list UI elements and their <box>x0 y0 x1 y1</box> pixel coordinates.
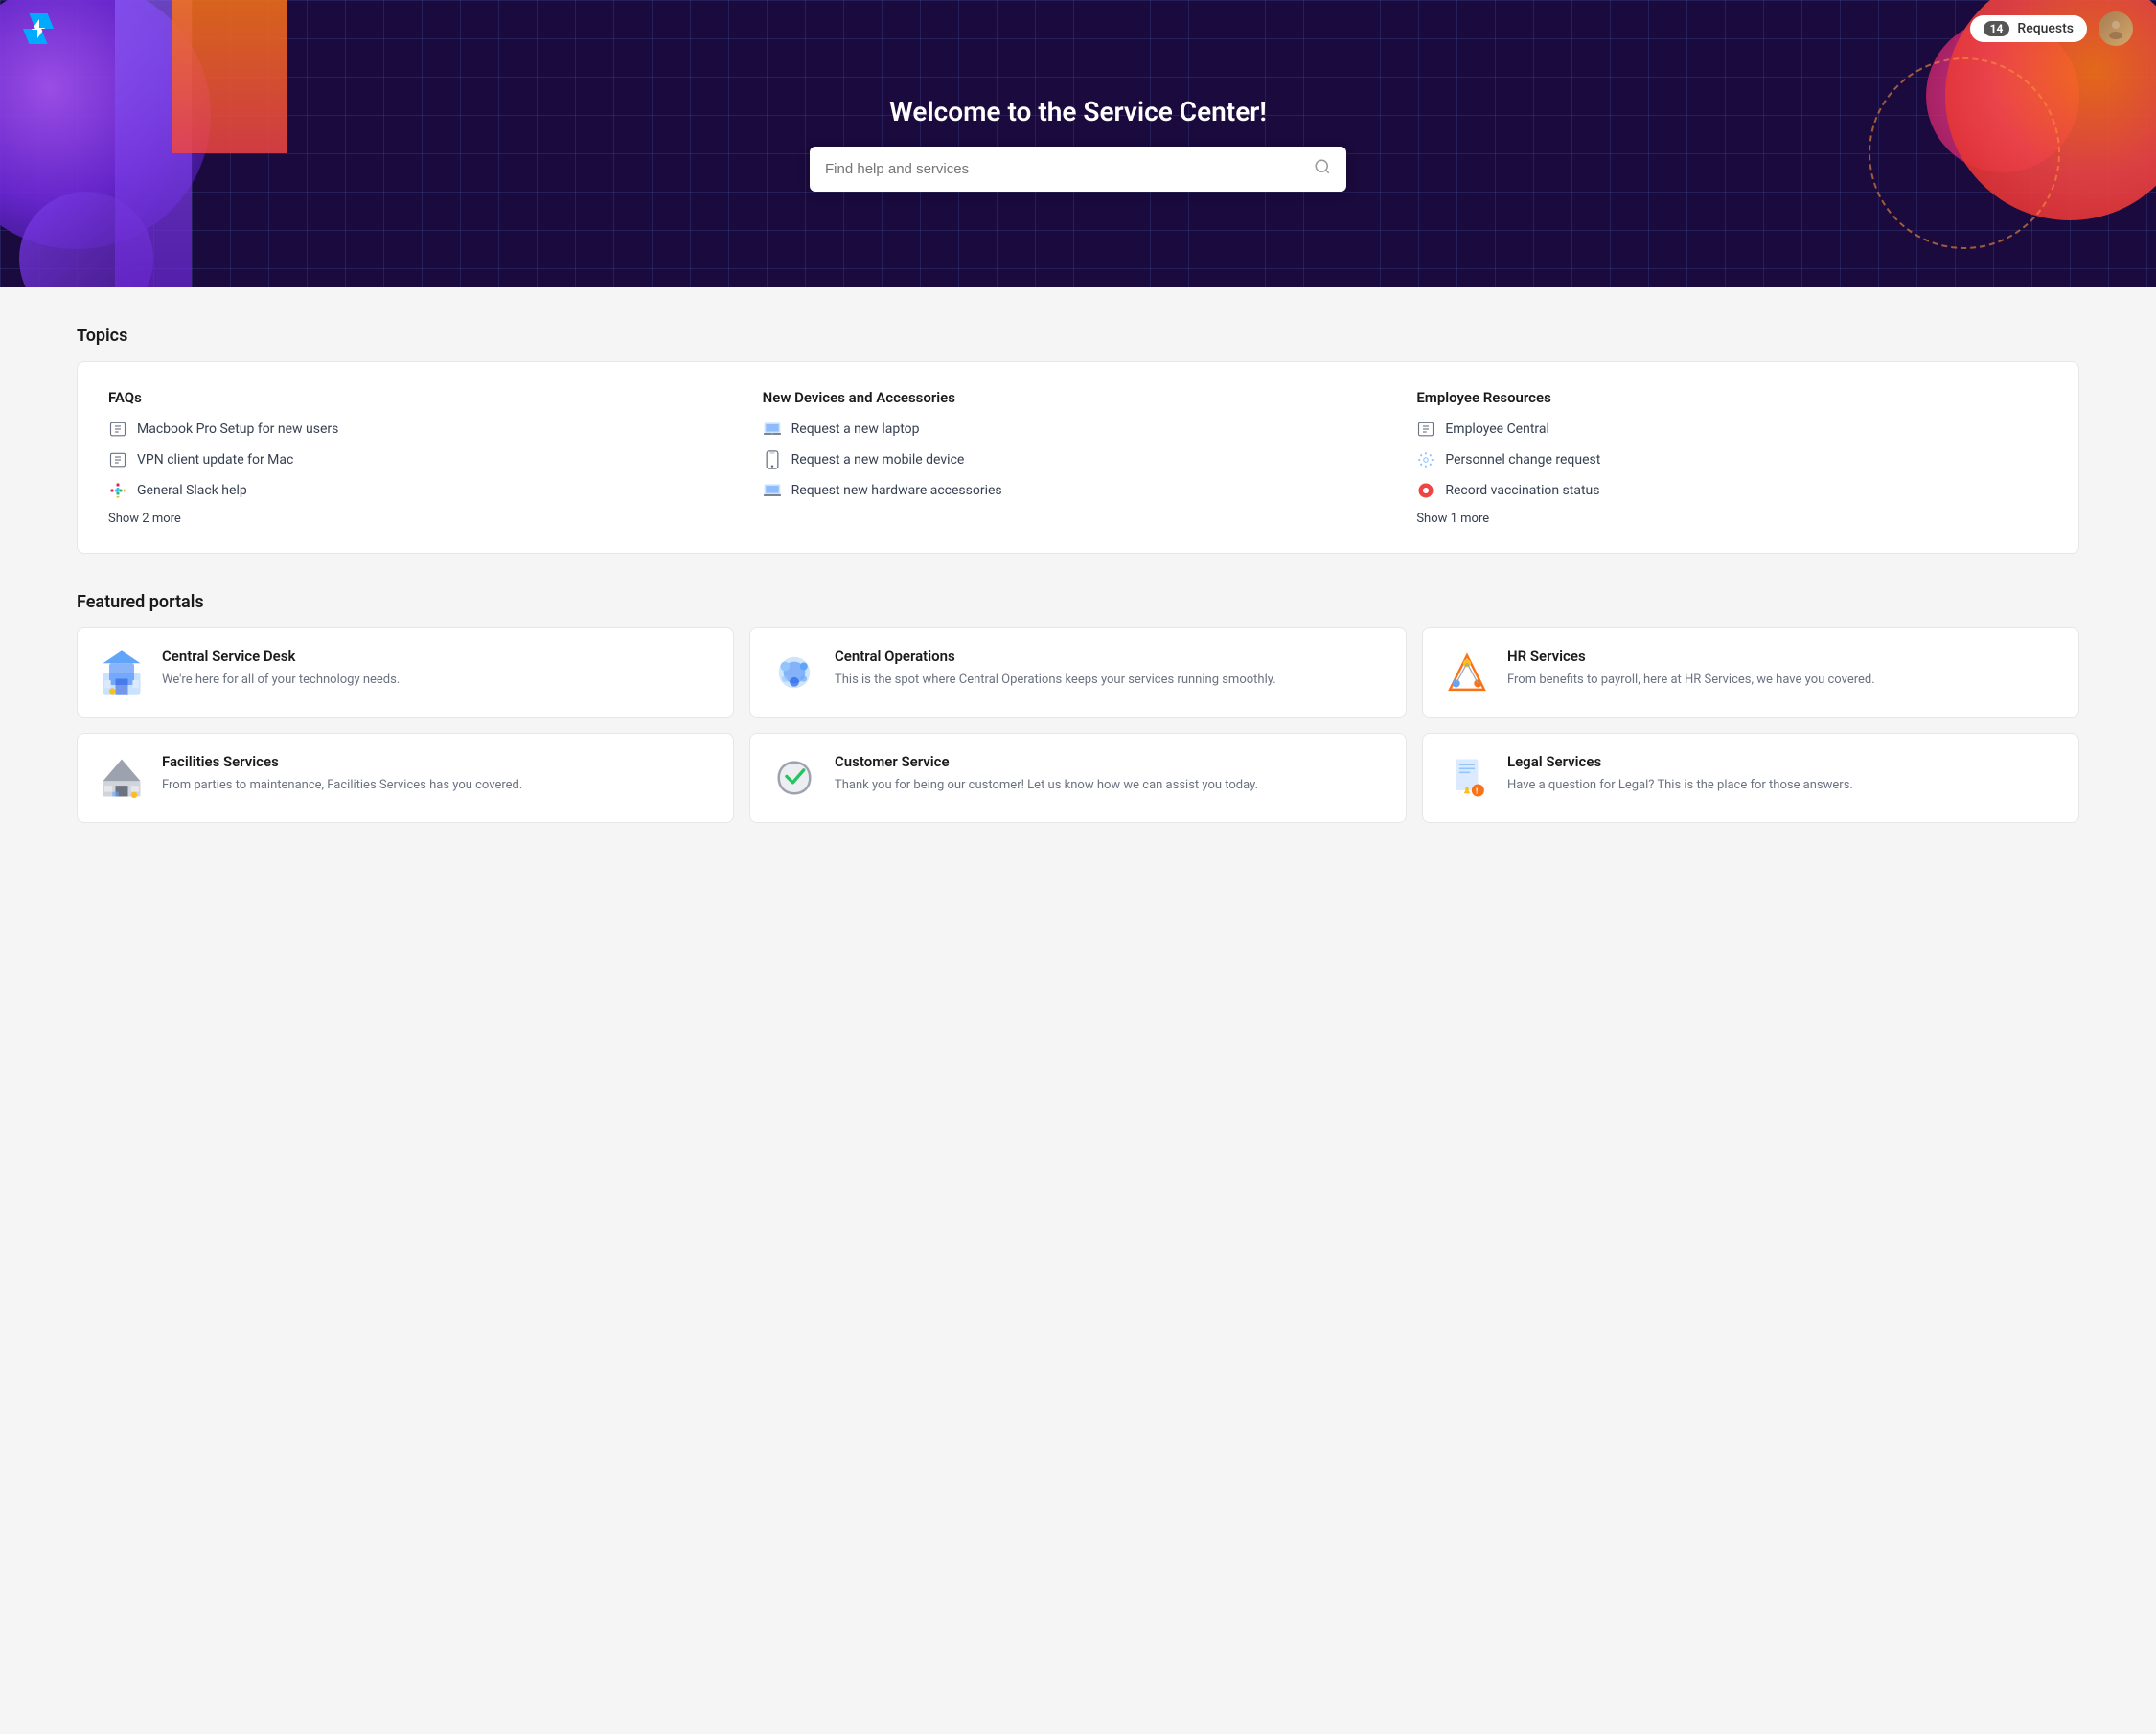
portal-desc-2: From benefits to payroll, here at HR Ser… <box>1507 671 1875 690</box>
portal-card-2[interactable]: HR Services From benefits to payroll, he… <box>1422 627 2079 718</box>
employee-label-1: Employee Central <box>1445 422 1549 437</box>
devices-heading: New Devices and Accessories <box>763 389 1394 406</box>
employee-central-icon <box>1416 420 1435 439</box>
topics-card: FAQs Macbook Pro Setup for new users <box>77 361 2079 554</box>
employee-item-2[interactable]: Personnel change request <box>1416 450 2048 469</box>
faq-item-3[interactable]: General Slack help <box>108 481 740 500</box>
hardware-icon <box>763 481 782 500</box>
portals-grid: Central Service Desk We're here for all … <box>77 627 2079 823</box>
topic-col-devices: New Devices and Accessories Request a ne… <box>763 389 1394 526</box>
portal-info-3: Facilities Services From parties to main… <box>162 753 522 795</box>
portal-icon-4 <box>769 753 819 803</box>
nav-right: 14 Requests <box>1970 11 2133 46</box>
vaccine-icon <box>1416 481 1435 500</box>
faq-label-3: General Slack help <box>137 483 247 498</box>
employee-show-more[interactable]: Show 1 more <box>1416 512 2048 526</box>
laptop-icon <box>763 420 782 439</box>
portal-title-4: Customer Service <box>835 753 1258 770</box>
portals-section-title: Featured portals <box>77 592 2079 612</box>
slack-icon <box>108 481 127 500</box>
portal-info-4: Customer Service Thank you for being our… <box>835 753 1258 795</box>
portals-section: Featured portals Central Servi <box>77 592 2079 823</box>
portal-card-4[interactable]: Customer Service Thank you for being our… <box>749 733 1407 823</box>
hero-content: Welcome to the Service Center! <box>0 96 2156 192</box>
portal-title-3: Facilities Services <box>162 753 522 770</box>
personnel-icon <box>1416 450 1435 469</box>
device-label-2: Request a new mobile device <box>791 452 965 468</box>
topics-section-title: Topics <box>77 326 2079 346</box>
faqs-heading: FAQs <box>108 389 740 406</box>
portal-icon-1 <box>769 648 819 697</box>
requests-label: Requests <box>2017 21 2074 36</box>
device-label-3: Request new hardware accessories <box>791 483 1002 498</box>
faq-label-2: VPN client update for Mac <box>137 452 293 468</box>
portal-card-3[interactable]: Facilities Services From parties to main… <box>77 733 734 823</box>
app-logo[interactable] <box>23 13 54 44</box>
portal-title-5: Legal Services <box>1507 753 1853 770</box>
search-bar[interactable] <box>810 147 1346 192</box>
mobile-icon <box>763 450 782 469</box>
portal-card-1[interactable]: Central Operations This is the spot wher… <box>749 627 1407 718</box>
faq-label-1: Macbook Pro Setup for new users <box>137 422 338 437</box>
svg-text:!: ! <box>1476 786 1478 795</box>
topics-section: Topics FAQs Macbook Pro Setup for new us… <box>77 326 2079 554</box>
portal-icon-2 <box>1442 648 1492 697</box>
employee-label-2: Personnel change request <box>1445 452 1600 468</box>
portal-desc-3: From parties to maintenance, Facilities … <box>162 776 522 795</box>
portal-card-0[interactable]: Central Service Desk We're here for all … <box>77 627 734 718</box>
faq-item-2[interactable]: VPN client update for Mac <box>108 450 740 469</box>
employee-heading: Employee Resources <box>1416 389 2048 406</box>
faqs-show-more[interactable]: Show 2 more <box>108 512 740 526</box>
avatar[interactable] <box>2099 11 2133 46</box>
portal-info-0: Central Service Desk We're here for all … <box>162 648 400 690</box>
navigation: 14 Requests <box>0 0 2156 57</box>
portal-icon-3 <box>97 753 147 803</box>
portal-card-5[interactable]: ! Legal Services Have a question for Leg… <box>1422 733 2079 823</box>
device-item-2[interactable]: Request a new mobile device <box>763 450 1394 469</box>
portal-desc-4: Thank you for being our customer! Let us… <box>835 776 1258 795</box>
device-item-3[interactable]: Request new hardware accessories <box>763 481 1394 500</box>
portal-title-2: HR Services <box>1507 648 1875 665</box>
portal-info-1: Central Operations This is the spot wher… <box>835 648 1276 690</box>
portal-icon-5: ! <box>1442 753 1492 803</box>
portal-desc-5: Have a question for Legal? This is the p… <box>1507 776 1853 795</box>
portal-title-1: Central Operations <box>835 648 1276 665</box>
topic-col-employee: Employee Resources Employee Central <box>1416 389 2048 526</box>
search-icon <box>1314 158 1331 180</box>
portal-icon-0 <box>97 648 147 697</box>
requests-badge[interactable]: 14 Requests <box>1970 15 2087 42</box>
search-input[interactable] <box>825 161 1314 177</box>
portal-desc-0: We're here for all of your technology ne… <box>162 671 400 690</box>
portal-desc-1: This is the spot where Central Operation… <box>835 671 1276 690</box>
main-content: Topics FAQs Macbook Pro Setup for new us… <box>0 287 2156 861</box>
employee-item-3[interactable]: Record vaccination status <box>1416 481 2048 500</box>
employee-label-3: Record vaccination status <box>1445 483 1599 498</box>
device-item-1[interactable]: Request a new laptop <box>763 420 1394 439</box>
device-label-1: Request a new laptop <box>791 422 920 437</box>
faq-icon-1 <box>108 420 127 439</box>
portal-title-0: Central Service Desk <box>162 648 400 665</box>
employee-item-1[interactable]: Employee Central <box>1416 420 2048 439</box>
faq-icon-2 <box>108 450 127 469</box>
hero-title: Welcome to the Service Center! <box>19 96 2137 127</box>
requests-count: 14 <box>1984 21 2010 36</box>
faq-item-1[interactable]: Macbook Pro Setup for new users <box>108 420 740 439</box>
portal-info-2: HR Services From benefits to payroll, he… <box>1507 648 1875 690</box>
portal-info-5: Legal Services Have a question for Legal… <box>1507 753 1853 795</box>
topic-col-faqs: FAQs Macbook Pro Setup for new users <box>108 389 740 526</box>
